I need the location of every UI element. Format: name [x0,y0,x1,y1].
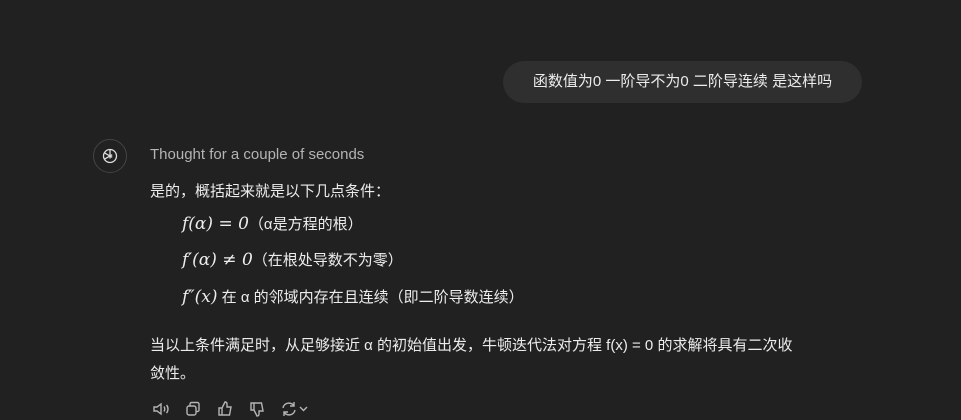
user-message-bubble: 函数值为0 一阶导不为0 二阶导连续 是这样吗 [503,61,862,103]
regenerate-icon[interactable] [280,400,310,418]
message-actions [152,400,310,418]
intro-text: 是的，概括起来就是以下几点条件： [150,183,391,200]
assistant-avatar [93,139,127,173]
thought-duration[interactable]: Thought for a couple of seconds [150,146,364,163]
conclusion-text: 当以上条件满足时，从足够接近 α 的初始值出发，牛顿迭代法对方程 f(x) = … [150,337,793,354]
condition-3: f″(x) 在 α 的邻域内存在且连续（即二阶导数连续） [182,287,524,307]
condition-2: f′(α) ≠ 0（在根处导数不为零） [182,250,403,270]
thumbs-down-icon[interactable] [248,400,266,418]
copy-icon[interactable] [184,400,202,418]
openai-logo-icon [102,148,118,164]
condition-1: f(α) = 0（α是方程的根） [182,214,363,234]
conclusion-text-cont: 敛性。 [150,365,196,382]
thumbs-up-icon[interactable] [216,400,234,418]
read-aloud-icon[interactable] [152,400,170,418]
